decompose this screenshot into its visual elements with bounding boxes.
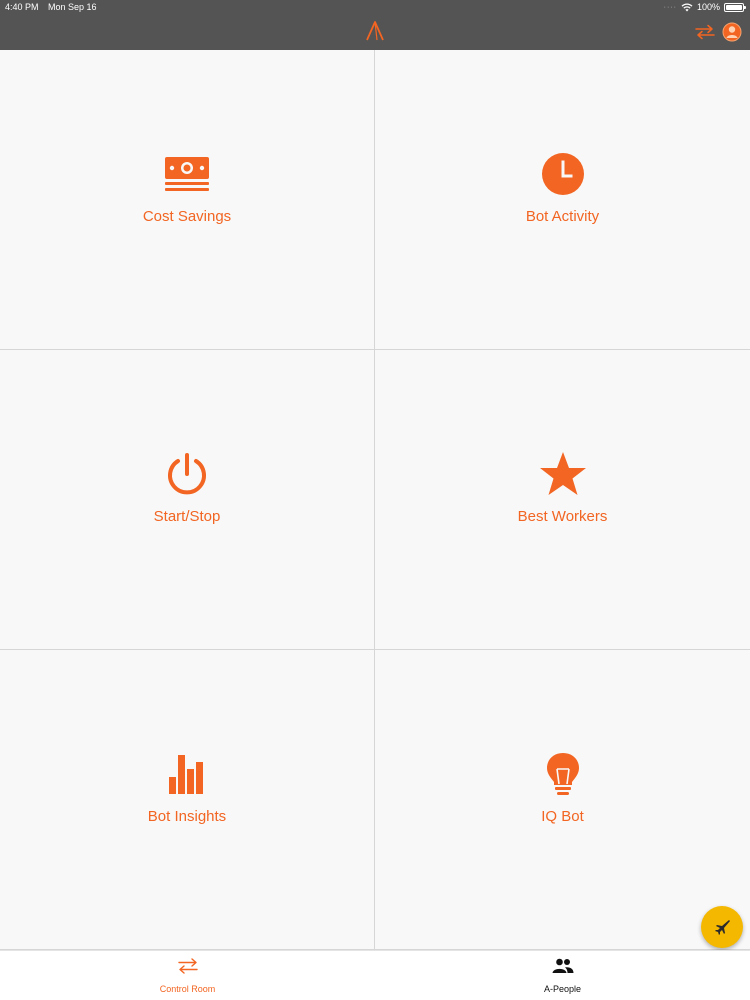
people-icon xyxy=(552,958,573,973)
status-bar: 4:40 PM Mon Sep 16 ···· 100% xyxy=(0,0,750,16)
arrows-swap-icon xyxy=(177,958,198,974)
status-date: Mon Sep 16 xyxy=(48,2,97,12)
arrows-swap-icon[interactable] xyxy=(694,24,716,40)
tile-label: Bot Activity xyxy=(525,208,600,225)
bot-fab-button[interactable] xyxy=(701,906,743,948)
dashboard-grid: Cost Savings Bot Activity Start/Stop Bes… xyxy=(0,50,750,950)
tile-bot-activity[interactable]: Bot Activity xyxy=(375,50,750,350)
tile-cost-savings[interactable]: Cost Savings xyxy=(0,50,375,350)
tile-label: Start/Stop xyxy=(153,508,221,525)
tile-bot-insights[interactable]: Bot Insights xyxy=(0,650,375,950)
tab-bar: Control Room A-People xyxy=(0,950,750,1000)
tab-label: A-People xyxy=(543,984,582,994)
tab-a-people[interactable]: A-People xyxy=(375,951,750,1000)
tile-best-workers[interactable]: Best Workers xyxy=(375,350,750,650)
status-right: ···· 100% xyxy=(663,2,746,12)
power-icon xyxy=(162,450,212,498)
clock-icon xyxy=(538,150,588,198)
bot-jet-icon xyxy=(715,920,730,935)
battery-percent: 100% xyxy=(696,2,720,12)
battery-icon xyxy=(724,2,746,12)
bar-chart-icon xyxy=(162,750,212,798)
signal-dots-icon: ···· xyxy=(663,3,677,11)
tile-label: Best Workers xyxy=(517,508,608,525)
money-stack-icon xyxy=(162,150,212,198)
wifi-icon xyxy=(681,2,693,11)
star-icon xyxy=(538,450,588,498)
user-profile-icon[interactable] xyxy=(722,22,742,42)
tile-label: IQ Bot xyxy=(541,808,584,825)
tile-label: Bot Insights xyxy=(147,808,227,825)
tab-control-room[interactable]: Control Room xyxy=(0,951,375,1000)
tile-label: Cost Savings xyxy=(142,208,232,225)
tile-iq-bot[interactable]: IQ Bot xyxy=(375,650,750,950)
tab-label: Control Room xyxy=(159,984,216,994)
a-logo-icon xyxy=(366,21,384,41)
status-time: 4:40 PM xyxy=(5,2,39,12)
lightbulb-icon xyxy=(538,750,588,798)
top-bar: 4:40 PM Mon Sep 16 ···· 100% xyxy=(0,0,750,50)
tile-start-stop[interactable]: Start/Stop xyxy=(0,350,375,650)
